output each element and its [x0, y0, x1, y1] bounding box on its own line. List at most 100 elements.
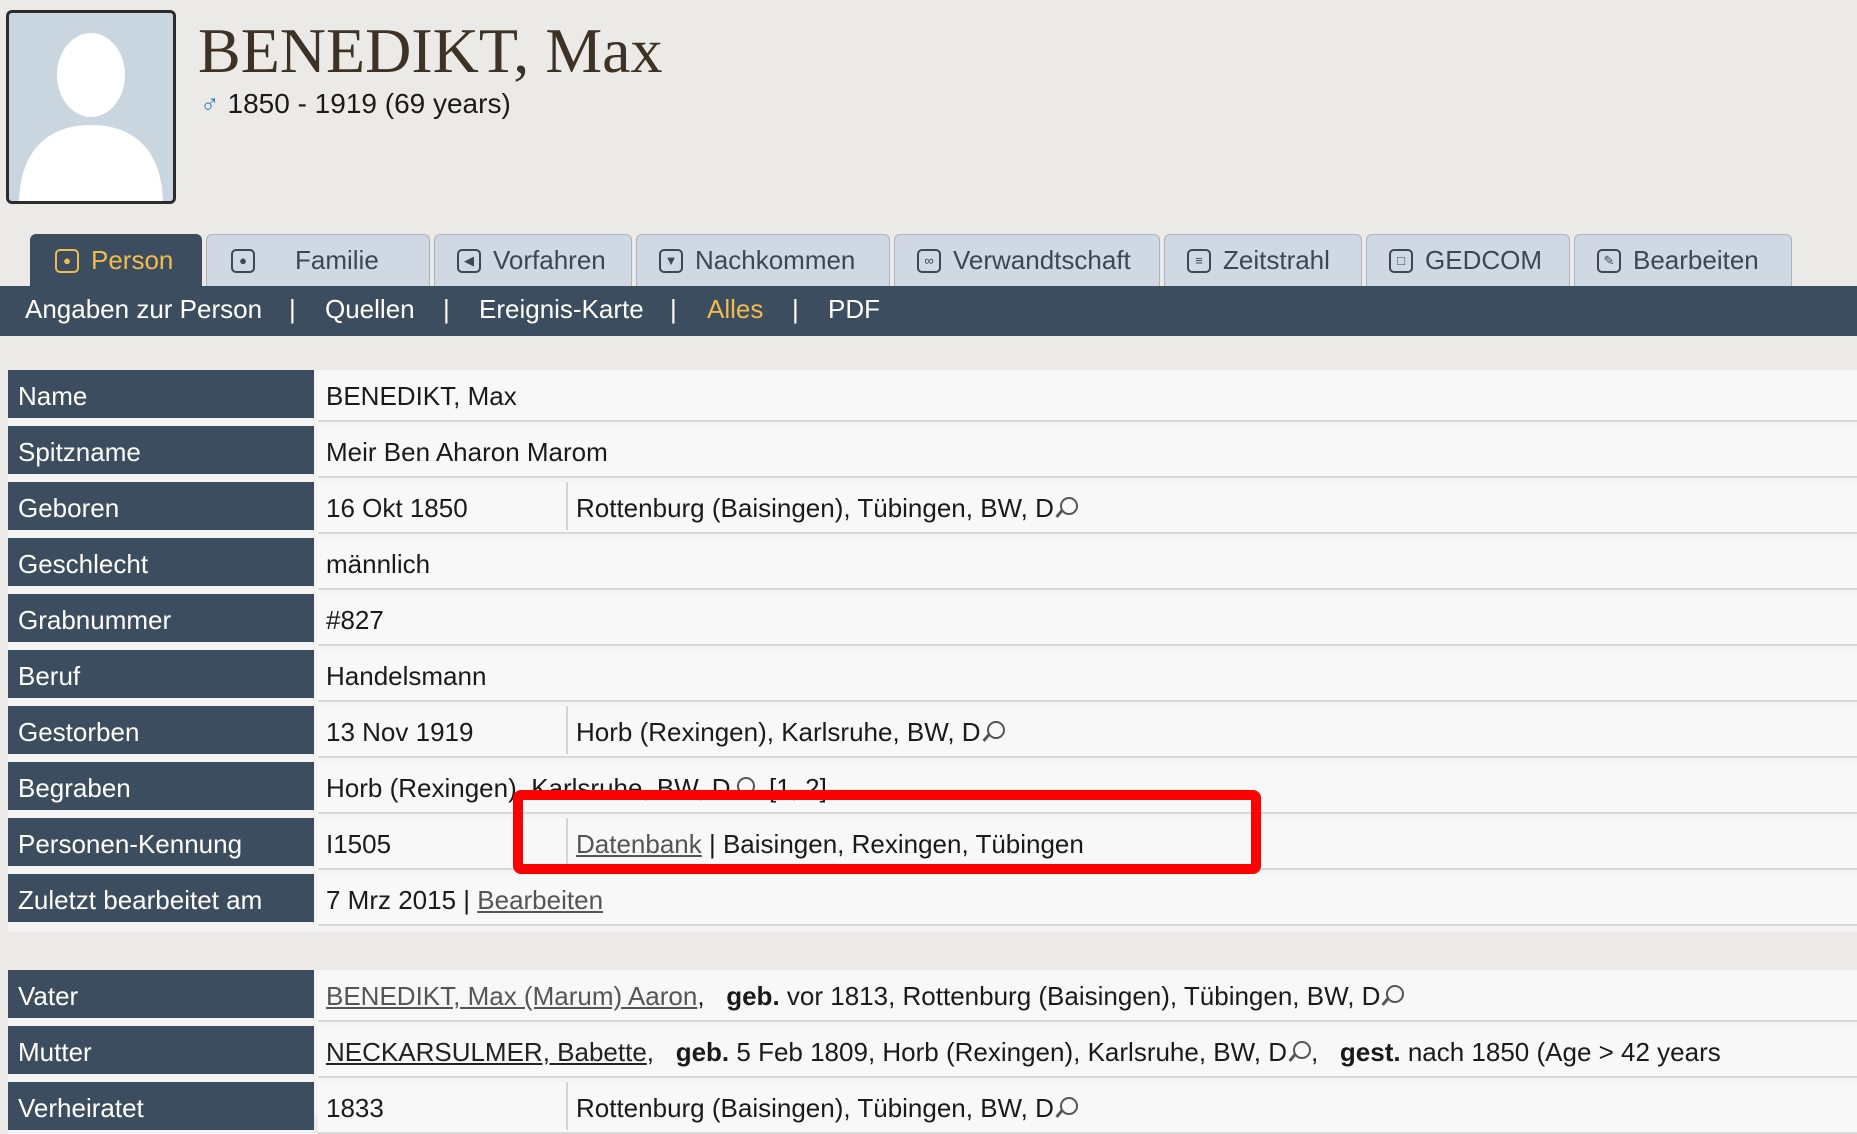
edit-icon: ✎ — [1597, 248, 1621, 273]
row-value: BENEDIKT, Max — [318, 370, 1857, 422]
row-label: Name — [8, 370, 314, 422]
silhouette-icon — [9, 13, 173, 201]
row-label: Geschlecht — [8, 538, 314, 590]
row-value: männlich — [318, 538, 1857, 590]
search-icon[interactable] — [1386, 985, 1405, 1004]
tab-label: Nachkommen — [695, 245, 856, 275]
lifespan: ♂ 1850 - 1919 (69 years) — [200, 88, 511, 120]
table-row: Geschlecht männlich — [8, 538, 1857, 590]
tab-label: Verwandtschaft — [953, 245, 1131, 275]
row-value: 16 Okt 1850 Rottenburg (Baisingen), Tübi… — [318, 482, 1857, 534]
tab-label: Bearbeiten — [1633, 245, 1759, 275]
nickname-value: Meir Ben Aharon Marom — [326, 437, 608, 467]
search-icon[interactable] — [1059, 497, 1078, 516]
subnav-separator: | — [670, 294, 677, 324]
tab-label: Zeitstrahl — [1223, 245, 1330, 275]
row-label: Zuletzt bearbeitet am — [8, 874, 314, 926]
person-header: BENEDIKT, Max ♂ 1850 - 1919 (69 years) — [0, 0, 1857, 230]
person-id-extra: Datenbank | Baisingen, Rexingen, Tübinge… — [566, 818, 1084, 866]
tab-familie[interactable]: ● Familie — [206, 234, 430, 286]
subnav-angaben[interactable]: Angaben zur Person — [25, 294, 262, 325]
subnav-bar: Angaben zur Person | Quellen | Ereignis-… — [0, 286, 1857, 336]
tab-label: Familie — [295, 245, 379, 275]
table-row: Grabnummer #827 — [8, 594, 1857, 646]
tab-label: GEDCOM — [1425, 245, 1542, 275]
row-value: 1833 Rottenburg (Baisingen), Tübingen, B… — [318, 1082, 1857, 1134]
table-row: Personen-Kennung I1505 Datenbank | Baisi… — [8, 818, 1857, 870]
page-title: BENEDIKT, Max — [198, 15, 663, 86]
search-icon[interactable] — [986, 721, 1005, 740]
subnav-separator: | — [443, 294, 450, 324]
row-value: Horb (Rexingen), Karlsruhe, BW, D [1, 2] — [318, 762, 1857, 814]
row-label: Vater — [8, 970, 314, 1022]
gedcom-icon: □ — [1389, 248, 1413, 273]
table-row: Spitzname Meir Ben Aharon Marom — [8, 426, 1857, 478]
row-label: Beruf — [8, 650, 314, 702]
mother-cell: NECKARSULMER, Babette, geb. 5 Feb 1809, … — [326, 1037, 1721, 1067]
row-value: #827 — [318, 594, 1857, 646]
row-label: Spitzname — [8, 426, 314, 478]
father-cell: BENEDIKT, Max (Marum) Aaron, geb. vor 18… — [326, 970, 1405, 1020]
search-icon[interactable] — [736, 777, 755, 796]
subnav-pdf[interactable]: PDF — [828, 294, 880, 325]
death-place: Horb (Rexingen), Karlsruhe, BW, D — [576, 717, 981, 747]
person-id-value: I1505 — [326, 829, 392, 859]
table-row: Beruf Handelsmann — [8, 650, 1857, 702]
tab-zeitstrahl[interactable]: ≡ Zeitstrahl — [1164, 234, 1362, 286]
burial-place-cell: Horb (Rexingen), Karlsruhe, BW, D [1, 2] — [326, 762, 827, 812]
tab-bearbeiten[interactable]: ✎ Bearbeiten — [1574, 234, 1792, 286]
subnav-alles[interactable]: Alles — [707, 294, 763, 325]
timeline-icon: ≡ — [1187, 248, 1211, 273]
tab-verwandtschaft[interactable]: ∞ Verwandtschaft — [894, 234, 1160, 286]
row-value: BENEDIKT, Max (Marum) Aaron, geb. vor 18… — [318, 970, 1857, 1022]
table-row: Gestorben 13 Nov 1919 Horb (Rexingen), K… — [8, 706, 1857, 758]
edit-link[interactable]: Bearbeiten — [477, 885, 603, 915]
source-refs[interactable]: [1, 2] — [769, 773, 827, 803]
ancestors-icon: ◀ — [457, 248, 481, 273]
table-row: Vater BENEDIKT, Max (Marum) Aaron, geb. … — [8, 970, 1857, 1022]
row-value: NECKARSULMER, Babette, geb. 5 Feb 1809, … — [318, 1026, 1857, 1078]
locations-text: | Baisingen, Rexingen, Tübingen — [701, 829, 1084, 859]
marriage-place: Rottenburg (Baisingen), Tübingen, BW, D — [576, 1093, 1054, 1123]
tab-nachkommen[interactable]: ▼ Nachkommen — [636, 234, 890, 286]
table-row: Zuletzt bearbeitet am 7 Mrz 2015 | Bearb… — [8, 874, 1857, 926]
mother-born: 5 Feb 1809, Horb (Rexingen), Karlsruhe, … — [736, 1037, 1287, 1067]
lifespan-text: 1850 - 1919 (69 years) — [227, 88, 511, 119]
row-value: I1505 Datenbank | Baisingen, Rexingen, T… — [318, 818, 1857, 870]
relationship-icon: ∞ — [917, 248, 941, 273]
father-link[interactable]: BENEDIKT, Max (Marum) Aaron — [326, 981, 697, 1011]
database-link[interactable]: Datenbank — [576, 829, 702, 859]
table-row: Verheiratet 1833 Rottenburg (Baisingen),… — [8, 1082, 1857, 1134]
tab-person[interactable]: ● Person — [30, 234, 202, 286]
tab-label: Vorfahren — [493, 245, 606, 275]
subnav-separator: | — [289, 294, 296, 324]
row-label: Personen-Kennung — [8, 818, 314, 870]
death-date: 13 Nov 1919 — [326, 717, 474, 747]
marriage-place-cell: Rottenburg (Baisingen), Tübingen, BW, D — [566, 1082, 1078, 1130]
row-label: Mutter — [8, 1026, 314, 1078]
subnav-separator: | — [792, 294, 799, 324]
family-icon: ● — [231, 248, 255, 273]
search-icon[interactable] — [1059, 1097, 1078, 1116]
table-row: Mutter NECKARSULMER, Babette, geb. 5 Feb… — [8, 1026, 1857, 1078]
person-icon: ● — [55, 248, 79, 273]
tab-label: Person — [91, 245, 174, 275]
table-row: Geboren 16 Okt 1850 Rottenburg (Baisinge… — [8, 482, 1857, 534]
family-table: Vater BENEDIKT, Max (Marum) Aaron, geb. … — [8, 970, 1857, 1134]
sex-value: männlich — [326, 549, 431, 579]
birth-place: Rottenburg (Baisingen), Tübingen, BW, D — [576, 493, 1054, 523]
search-icon[interactable] — [1292, 1041, 1311, 1060]
father-born: vor 1813, Rottenburg (Baisingen), Tübing… — [786, 981, 1381, 1011]
mother-link[interactable]: NECKARSULMER, Babette — [326, 1037, 647, 1067]
tab-vorfahren[interactable]: ◀ Vorfahren — [434, 234, 632, 286]
subnav-ereignis-karte[interactable]: Ereignis-Karte — [479, 294, 644, 325]
descendants-icon: ▼ — [659, 248, 683, 273]
row-value: 13 Nov 1919 Horb (Rexingen), Karlsruhe, … — [318, 706, 1857, 758]
avatar[interactable] — [6, 10, 176, 204]
born-label: geb. — [726, 981, 780, 1011]
row-value: Meir Ben Aharon Marom — [318, 426, 1857, 478]
row-label: Verheiratet — [8, 1082, 314, 1134]
tab-gedcom[interactable]: □ GEDCOM — [1366, 234, 1570, 286]
mother-died: nach 1850 (Age > 42 years — [1407, 1037, 1721, 1067]
subnav-quellen[interactable]: Quellen — [325, 294, 415, 325]
